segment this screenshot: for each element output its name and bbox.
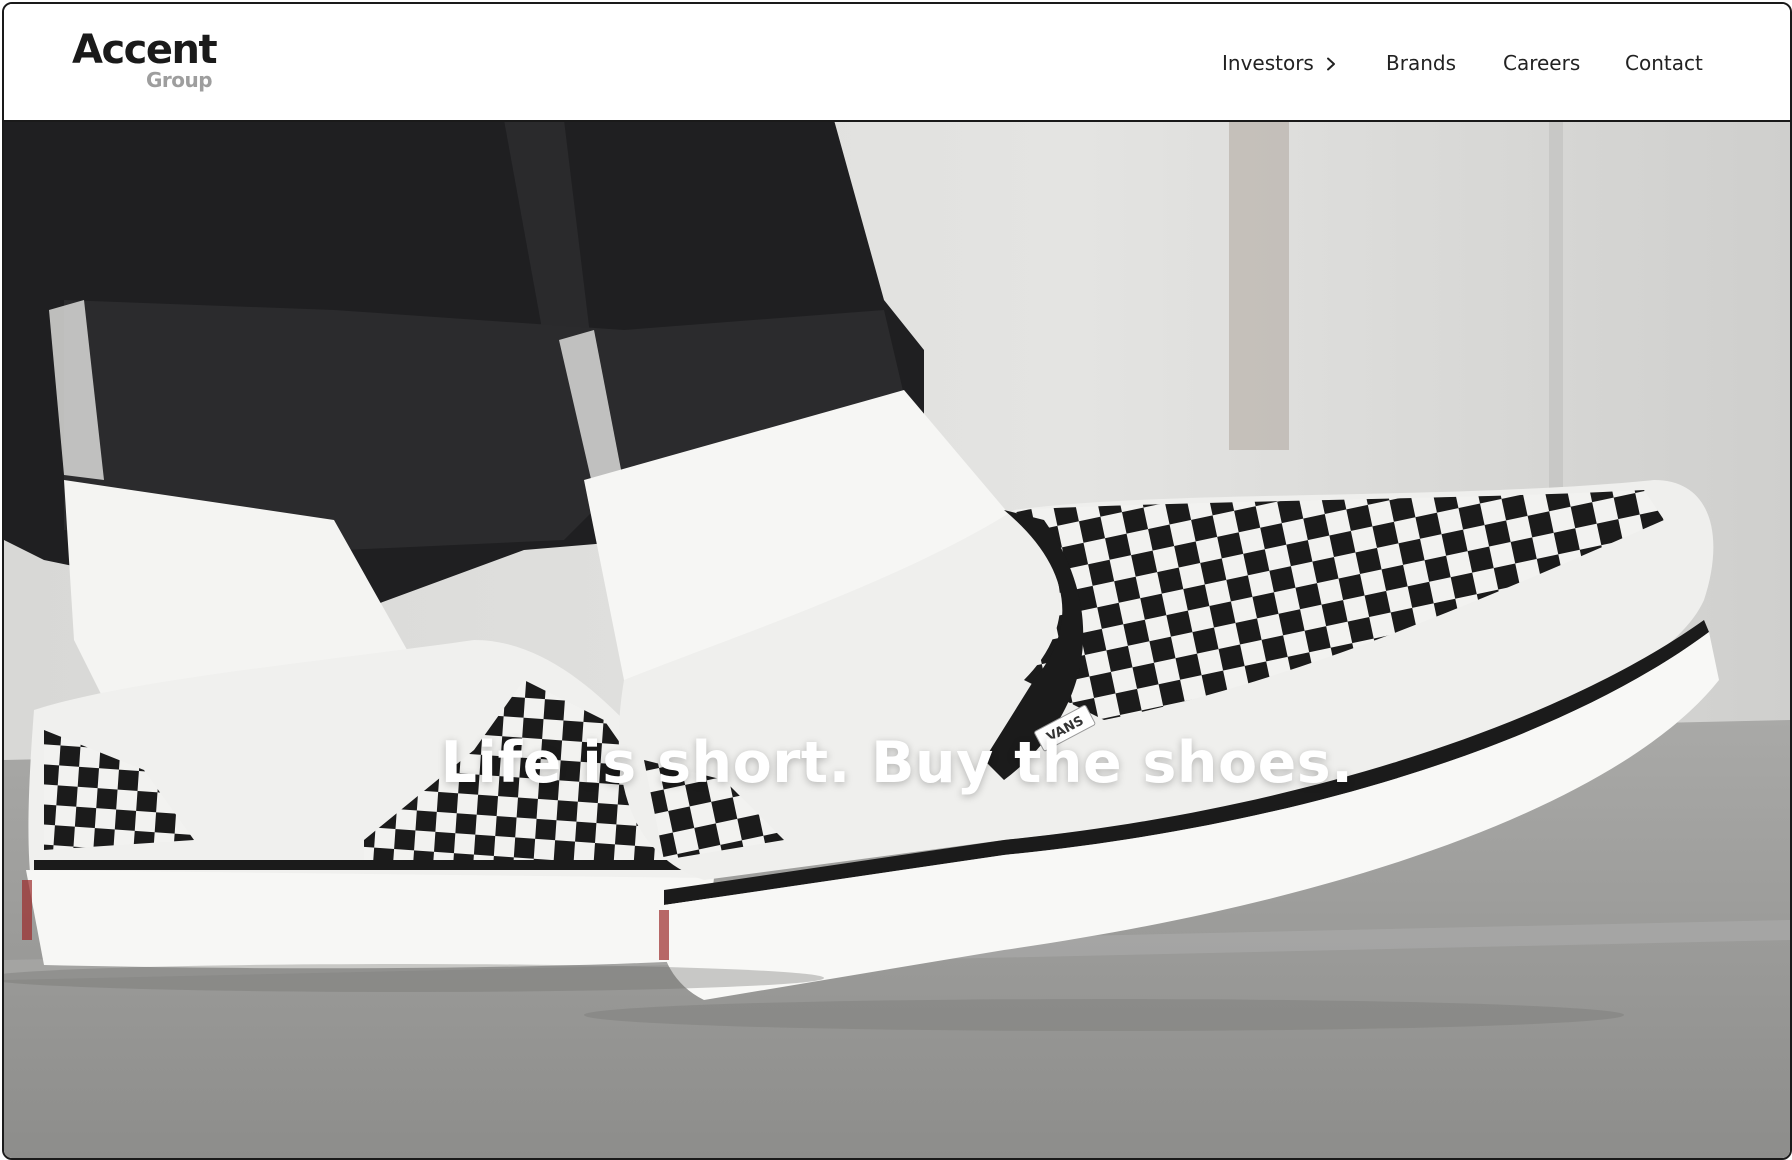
nav-item-contact[interactable]: Contact	[1625, 48, 1703, 78]
page-frame: Accent Group Investors Brands Careers Co…	[2, 2, 1792, 1160]
hero-headline: Life is short. Buy the shoes.	[440, 730, 1354, 796]
chevron-right-icon	[1324, 49, 1338, 71]
nav-item-label: Brands	[1386, 51, 1456, 75]
nav-item-careers[interactable]: Careers	[1503, 48, 1580, 78]
nav-item-label: Contact	[1625, 51, 1703, 75]
nav-item-investors[interactable]: Investors	[1222, 48, 1338, 78]
main-nav: Investors Brands Careers Contact	[4, 48, 1790, 78]
nav-item-brands[interactable]: Brands	[1386, 48, 1456, 78]
nav-item-label: Investors	[1222, 51, 1314, 75]
hero-image: VANS	[4, 120, 1790, 1158]
site-header: Accent Group Investors Brands Careers Co…	[4, 4, 1790, 122]
nav-item-label: Careers	[1503, 51, 1581, 75]
hero-banner: VANS Life is short. Buy the shoes.	[4, 120, 1790, 1158]
